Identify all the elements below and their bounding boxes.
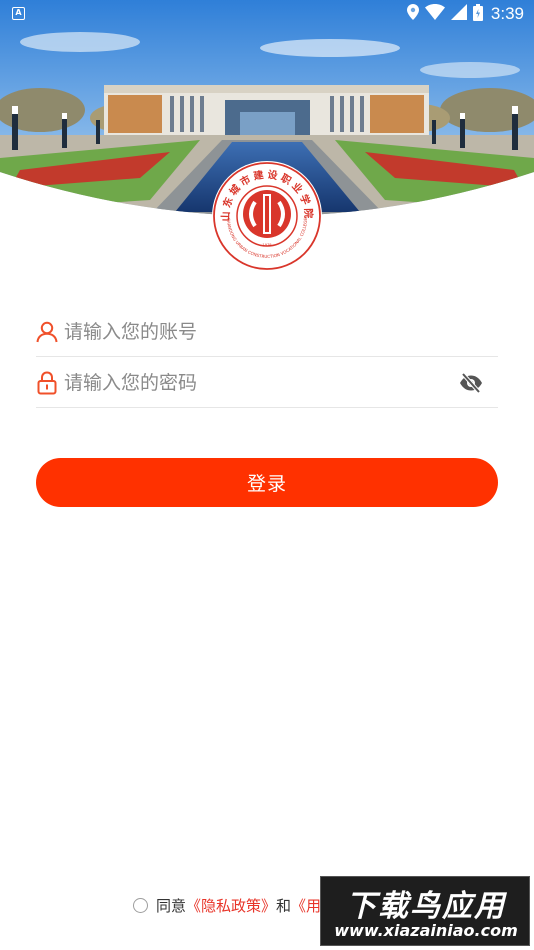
watermark-url: www.xiazainiao.com [334,921,518,940]
status-time: 3:39 [490,4,524,23]
password-field [36,358,498,408]
signal-icon [450,4,467,24]
location-icon [406,4,419,24]
school-emblem-logo: 山东城市建设职业学院 SHANDONG URBAN CONSTRUCTION V… [211,160,323,272]
privacy-policy-link[interactable]: 《隐私政策》 [186,895,276,916]
password-input[interactable] [64,362,458,403]
watermark: 下载鸟应用 www.xiazainiao.com [320,876,530,946]
user-icon [36,320,58,344]
svg-text:1978: 1978 [262,243,272,247]
agreement-prefix: 同意 [156,896,187,915]
watermark-title: 下载鸟应用 [346,889,506,924]
wifi-icon [424,4,445,24]
battery-icon [472,3,483,25]
agreement-radio[interactable] [133,897,148,913]
eye-off-icon[interactable] [458,370,484,396]
app-notification-icon: A [12,7,25,20]
account-input[interactable] [64,311,498,352]
login-button[interactable]: 登录 [36,458,498,507]
lock-icon [36,370,58,395]
account-field [36,307,498,357]
status-bar: A 3:39 [0,0,534,28]
agreement-conjunction: 和 [276,896,292,915]
